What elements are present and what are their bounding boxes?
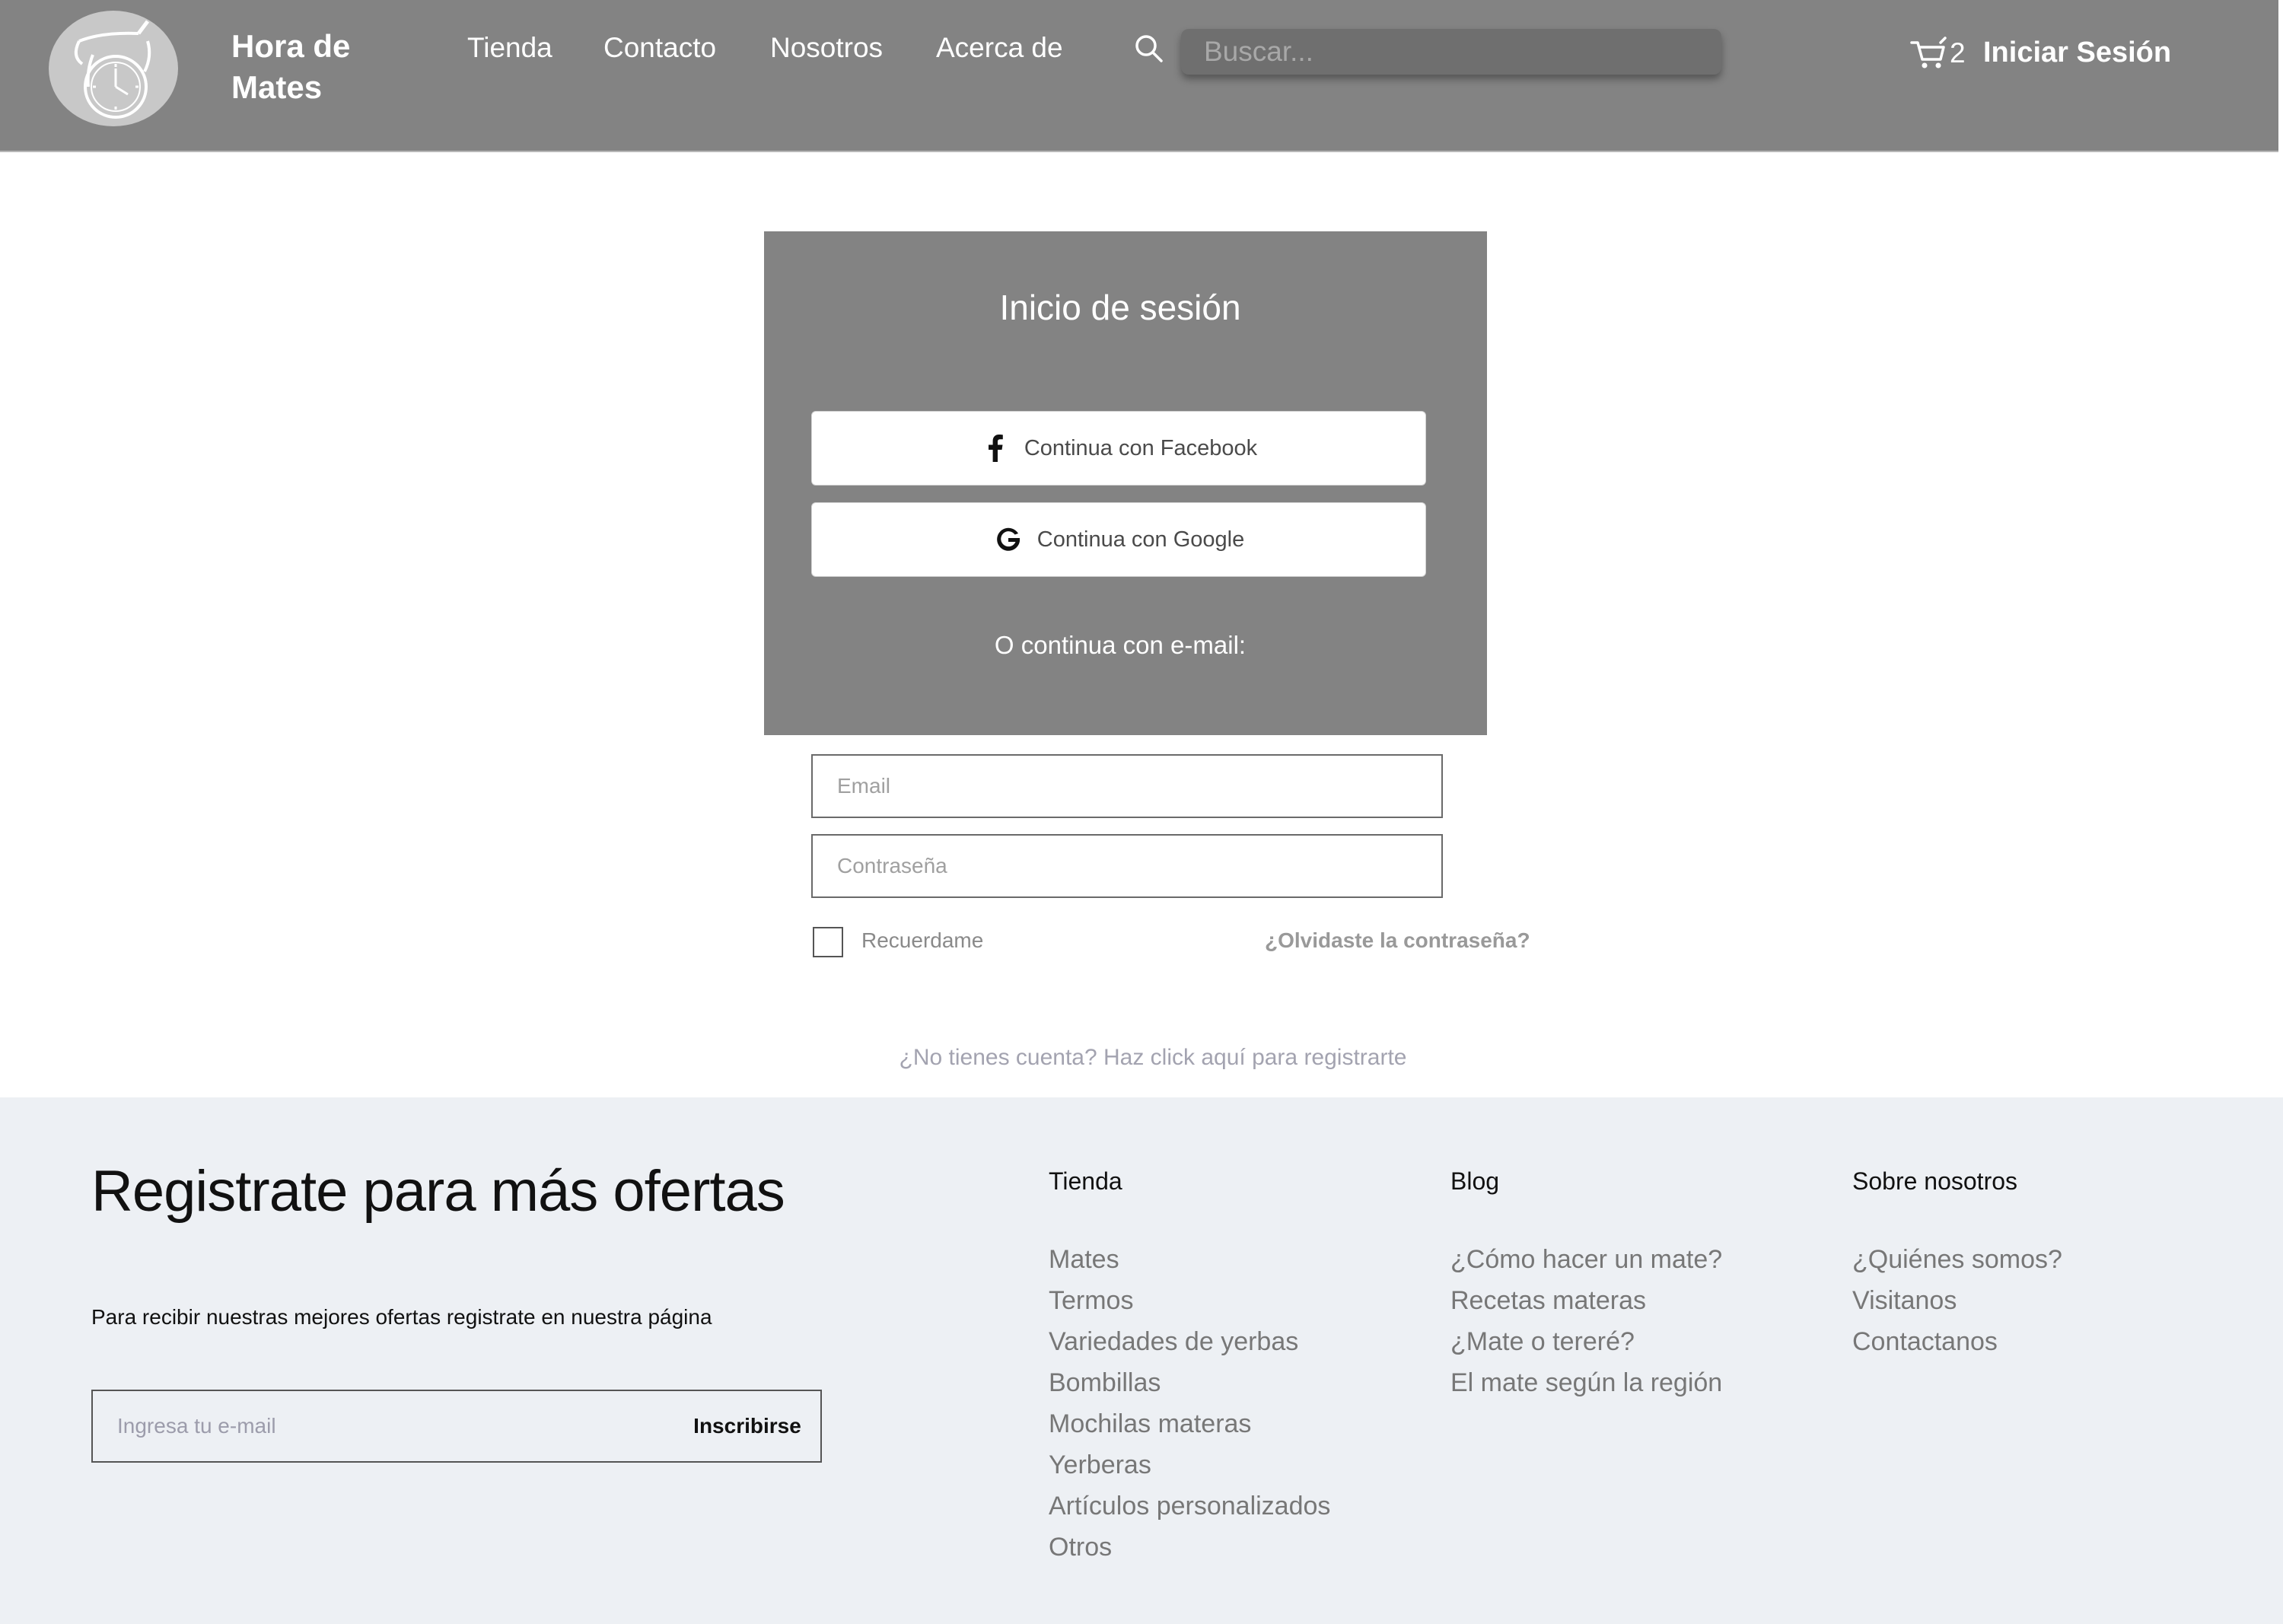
footer-link-termos[interactable]: Termos — [1049, 1280, 1330, 1321]
subscribe-button[interactable]: Inscribirse — [671, 1391, 823, 1461]
search-icon[interactable] — [1134, 33, 1164, 64]
footer-link-articulos-personalizados[interactable]: Artículos personalizados — [1049, 1485, 1330, 1527]
forgot-password-link[interactable]: ¿Olvidaste la contraseña? — [1265, 927, 1530, 954]
footer-link-recetas-materas[interactable]: Recetas materas — [1450, 1280, 1722, 1321]
footer-link-variedades-de-yerbas[interactable]: Variedades de yerbas — [1049, 1321, 1330, 1362]
footer-column-title: Sobre nosotros — [1852, 1167, 2018, 1195]
or-email-label: O continua con e-mail: — [994, 631, 1247, 659]
login-card: Inicio de sesión Continua con Facebook C… — [764, 231, 1487, 735]
email-field[interactable] — [811, 754, 1443, 818]
nav-link-contacto[interactable]: Contacto — [603, 29, 716, 67]
nav-link-nosotros[interactable]: Nosotros — [770, 29, 883, 67]
footer-column-title: Tienda — [1049, 1167, 1122, 1195]
top-navbar: Hora de Mates Tienda Contacto Nosotros A… — [0, 0, 2278, 152]
nav-link-tienda[interactable]: Tienda — [467, 29, 552, 67]
facebook-login-label: Continua con Facebook — [1024, 435, 1258, 460]
google-login-button[interactable]: Continua con Google — [811, 502, 1426, 577]
footer-column-title: Blog — [1450, 1167, 1500, 1195]
footer-link-mate-segun-region[interactable]: El mate según la región — [1450, 1362, 1722, 1403]
mate-clock-logo-icon — [74, 20, 151, 119]
footer-link-mochilas-materas[interactable]: Mochilas materas — [1049, 1403, 1330, 1444]
brand-name[interactable]: Hora de Mates — [231, 26, 399, 108]
footer-link-list: Mates Termos Variedades de yerbas Bombil… — [1049, 1239, 1330, 1568]
footer-link-bombillas[interactable]: Bombillas — [1049, 1362, 1330, 1403]
footer: Registrate para más ofertas Para recibir… — [0, 1097, 2283, 1624]
footer-heading: Registrate para más ofertas — [91, 1159, 785, 1224]
footer-link-quienes-somos[interactable]: ¿Quiénes somos? — [1852, 1239, 2062, 1280]
footer-link-contactanos[interactable]: Contactanos — [1852, 1321, 2062, 1362]
nav-link-acerca-de[interactable]: Acerca de — [936, 29, 1063, 67]
footer-link-otros[interactable]: Otros — [1049, 1527, 1330, 1568]
footer-column-sobre-nosotros: Sobre nosotros ¿Quiénes somos? Visitanos… — [1852, 1164, 2062, 1362]
footer-column-tienda: Tienda Mates Termos Variedades de yerbas… — [1049, 1164, 1330, 1568]
google-icon — [996, 527, 1020, 551]
footer-link-yerberas[interactable]: Yerberas — [1049, 1444, 1330, 1485]
brand-logo[interactable] — [49, 11, 178, 126]
footer-subtext: Para recibir nuestras mejores ofertas re… — [91, 1305, 712, 1329]
remember-me-checkbox[interactable] — [813, 927, 843, 957]
footer-link-mates[interactable]: Mates — [1049, 1239, 1330, 1280]
login-link[interactable]: Iniciar Sesión — [1983, 33, 2171, 72]
footer-column-blog: Blog ¿Cómo hacer un mate? Recetas matera… — [1450, 1164, 1722, 1403]
login-title: Inicio de sesión — [999, 288, 1241, 327]
footer-link-mate-o-terere[interactable]: ¿Mate o tereré? — [1450, 1321, 1722, 1362]
cart-icon[interactable] — [1910, 37, 1947, 70]
search-input[interactable] — [1181, 29, 1721, 75]
brand-line-1: Hora de — [231, 28, 351, 64]
facebook-login-button[interactable]: Continua con Facebook — [811, 411, 1426, 486]
footer-link-list: ¿Cómo hacer un mate? Recetas materas ¿Ma… — [1450, 1239, 1722, 1403]
footer-link-como-hacer-un-mate[interactable]: ¿Cómo hacer un mate? — [1450, 1239, 1722, 1280]
footer-link-visitanos[interactable]: Visitanos — [1852, 1280, 2062, 1321]
footer-link-list: ¿Quiénes somos? Visitanos Contactanos — [1852, 1239, 2062, 1362]
password-field[interactable] — [811, 834, 1443, 898]
remember-me-label: Recuerdame — [861, 928, 984, 952]
newsletter-form: Inscribirse — [91, 1390, 822, 1463]
facebook-icon — [988, 435, 1003, 462]
cart-count: 2 — [1950, 37, 1966, 68]
google-login-label: Continua con Google — [1036, 527, 1245, 552]
newsletter-email-input[interactable] — [93, 1391, 610, 1461]
register-link[interactable]: ¿No tienes cuenta? Haz click aquí para r… — [761, 1043, 1545, 1073]
brand-line-2: Mates — [231, 69, 323, 105]
